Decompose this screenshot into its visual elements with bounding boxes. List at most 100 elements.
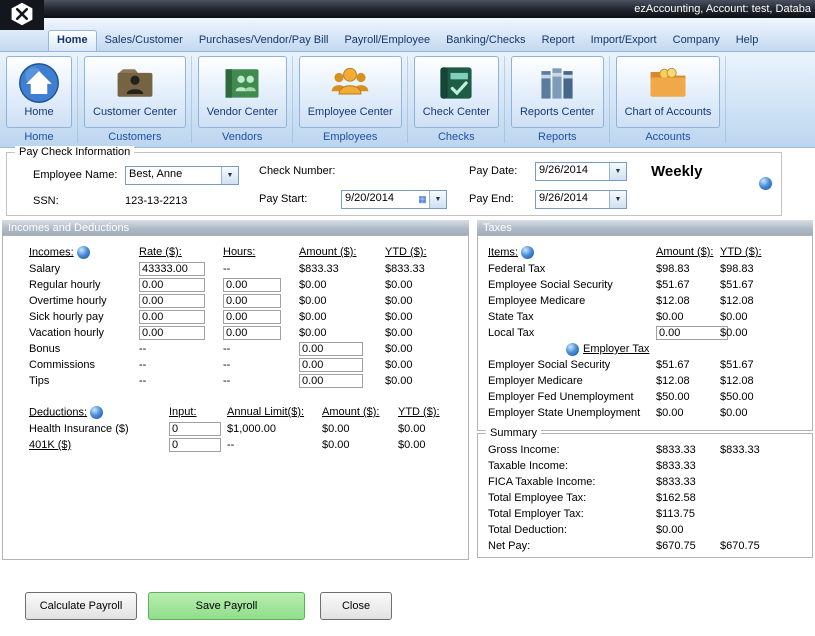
- toolbar-button-label: Vendor Center: [207, 106, 278, 118]
- hours-value: --: [223, 263, 299, 275]
- customer-center-button[interactable]: Customer Center: [84, 56, 186, 128]
- chevron-down-icon[interactable]: ▼: [429, 191, 446, 208]
- help-globe-icon[interactable]: [77, 246, 90, 259]
- tab-sales-customer[interactable]: Sales/Customer: [97, 31, 191, 51]
- toolbar-group-employees: Employee Center Employees: [299, 56, 408, 143]
- local-tax-input[interactable]: [656, 326, 728, 340]
- calculate-payroll-button[interactable]: Calculate Payroll: [25, 592, 137, 620]
- pay-date-select[interactable]: 9/26/2014 ▼: [535, 162, 627, 181]
- ytd-value: $12.08: [720, 295, 814, 307]
- pay-date-value: 9/26/2014: [536, 163, 609, 180]
- ytd-value: $50.00: [720, 391, 814, 403]
- pay-end-select[interactable]: 9/26/2014 ▼: [535, 190, 627, 209]
- hours-input[interactable]: [223, 278, 281, 292]
- income-label: Tips: [29, 375, 139, 387]
- tab-banking-checks[interactable]: Banking/Checks: [438, 31, 534, 51]
- tax-label: Employer Social Security: [488, 359, 656, 371]
- tab-payroll-employee[interactable]: Payroll/Employee: [336, 31, 438, 51]
- hours-input[interactable]: [223, 294, 281, 308]
- tax-label: Federal Tax: [488, 263, 656, 275]
- pay-start-label: Pay Start:: [259, 193, 307, 205]
- vendor-center-button[interactable]: Vendor Center: [198, 56, 287, 128]
- help-globe-icon[interactable]: [521, 246, 534, 259]
- help-globe-icon[interactable]: [759, 177, 772, 190]
- chevron-down-icon[interactable]: ▼: [609, 191, 626, 208]
- rate-input[interactable]: [139, 278, 205, 292]
- tax-row-employee-social-security: Employee Social Security $51.67 $51.67: [478, 277, 812, 293]
- toolbar-button-label: Reports Center: [520, 106, 595, 118]
- ytd-value: $0.00: [720, 311, 814, 323]
- rate-input[interactable]: [139, 326, 205, 340]
- amount-value: $51.67: [656, 359, 720, 371]
- help-globe-icon[interactable]: [566, 343, 579, 356]
- income-label: Sick hourly pay: [29, 311, 139, 323]
- ytd-value: $0.00: [720, 327, 814, 339]
- deduction-401k-link[interactable]: 401K ($): [29, 439, 169, 451]
- deduction-input[interactable]: [169, 422, 221, 436]
- check-center-button[interactable]: Check Center: [414, 56, 499, 128]
- rate-input[interactable]: [139, 262, 205, 276]
- tax-row-employer-state-unemployment: Employer State Unemployment $0.00 $0.00: [478, 405, 812, 421]
- reports-books-icon: [533, 60, 581, 106]
- amount-input[interactable]: [299, 358, 363, 372]
- summary-row-total-employee-tax: Total Employee Tax: $162.58: [478, 490, 812, 506]
- summary-row-net-pay: Net Pay: $670.75 $670.75: [478, 538, 812, 554]
- income-row-regular-hourly: Regular hourly $0.00 $0.00: [3, 277, 468, 293]
- tab-home[interactable]: Home: [48, 30, 97, 51]
- check-number-input[interactable]: [345, 163, 445, 181]
- amount-input[interactable]: [299, 374, 363, 388]
- pay-start-datepicker[interactable]: 9/20/2014 ▦ ▼: [341, 190, 447, 209]
- hours-value: --: [223, 343, 299, 355]
- home-button[interactable]: Home: [6, 56, 72, 128]
- chevron-down-icon[interactable]: ▼: [221, 167, 238, 184]
- tab-report[interactable]: Report: [534, 31, 583, 51]
- income-label: Vacation hourly: [29, 327, 139, 339]
- tab-import-export[interactable]: Import/Export: [583, 31, 665, 51]
- save-payroll-button[interactable]: Save Payroll: [148, 592, 305, 620]
- toolbar-button-label: Check Center: [423, 106, 490, 118]
- help-globe-icon[interactable]: [90, 406, 103, 419]
- employee-name-select[interactable]: Best, Anne ▼: [125, 166, 239, 185]
- income-row-vacation-hourly: Vacation hourly $0.00 $0.00: [3, 325, 468, 341]
- hours-input[interactable]: [223, 310, 281, 324]
- income-label: Overtime hourly: [29, 295, 139, 307]
- tax-label: Employee Medicare: [488, 295, 656, 307]
- chart-of-accounts-button[interactable]: Chart of Accounts: [616, 56, 721, 128]
- amount-value: $0.00: [656, 311, 720, 323]
- amount-value: $50.00: [656, 391, 720, 403]
- hours-input[interactable]: [223, 326, 281, 340]
- window-title: ezAccounting, Account: test, Databa: [634, 3, 811, 15]
- amount-input[interactable]: [299, 342, 363, 356]
- ytd-value: $0.00: [398, 423, 478, 435]
- tab-help[interactable]: Help: [728, 31, 767, 51]
- employee-center-button[interactable]: Employee Center: [299, 56, 402, 128]
- tab-purchases-vendor-pay-bill[interactable]: Purchases/Vendor/Pay Bill: [191, 31, 337, 51]
- reports-center-button[interactable]: Reports Center: [511, 56, 604, 128]
- deduction-input[interactable]: [169, 438, 221, 452]
- summary-row-taxable-income: Taxable Income: $833.33: [478, 458, 812, 474]
- close-button[interactable]: Close: [320, 592, 392, 620]
- amount-column-header: Amount ($):: [656, 246, 720, 258]
- rate-input[interactable]: [139, 294, 205, 308]
- tab-company[interactable]: Company: [665, 31, 728, 51]
- summary-section-title: Summary: [486, 427, 541, 439]
- tax-row-employee-medicare: Employee Medicare $12.08 $12.08: [478, 293, 812, 309]
- amount-value: $0.00: [656, 407, 720, 419]
- chevron-down-icon[interactable]: ▼: [609, 163, 626, 180]
- amount-value: $113.75: [656, 508, 720, 520]
- checkbook-icon: [432, 60, 480, 106]
- rate-input[interactable]: [139, 310, 205, 324]
- pay-date-label: Pay Date:: [469, 165, 517, 177]
- amount-value: $12.08: [656, 295, 720, 307]
- deductions-column-header: Deductions:: [29, 406, 87, 418]
- accounts-folder-icon: [644, 60, 692, 106]
- income-label: Bonus: [29, 343, 139, 355]
- summary-row-gross-income: Gross Income: $833.33 $833.33: [478, 442, 812, 458]
- ytd-value: $0.00: [385, 279, 468, 291]
- app-logo[interactable]: [0, 0, 44, 30]
- tax-row-local: Local Tax $0.00: [478, 325, 812, 341]
- hours-value: --: [223, 359, 299, 371]
- amount-value: $0.00: [299, 311, 385, 323]
- amount-value: $670.75: [656, 540, 720, 552]
- income-row-tips: Tips -- -- $0.00: [3, 373, 468, 389]
